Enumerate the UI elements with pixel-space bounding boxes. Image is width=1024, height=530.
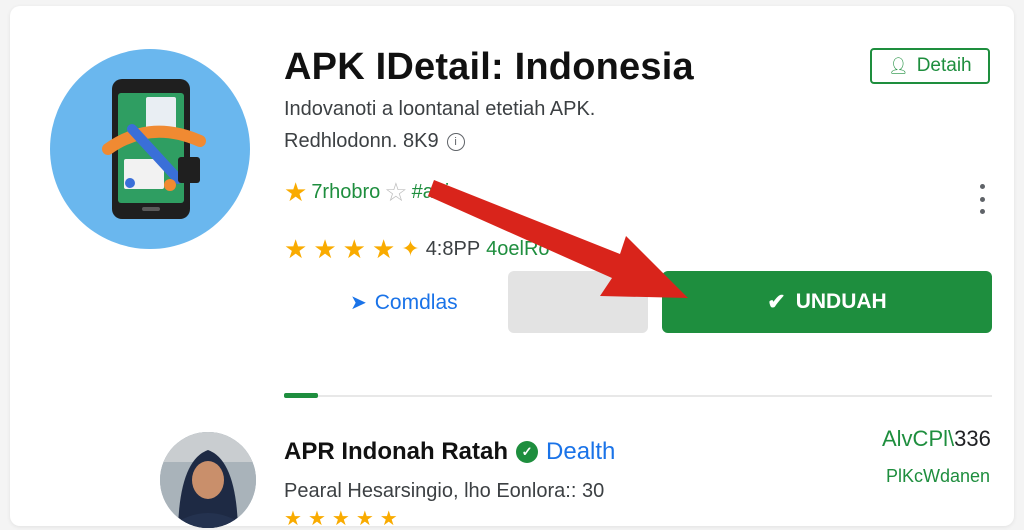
star-icon: ★: [379, 508, 398, 530]
star-icon: ★: [342, 234, 366, 264]
star-icon: ★: [284, 234, 308, 264]
star-icon: ★: [284, 177, 308, 207]
share-label: Comdlas: [374, 290, 458, 314]
detail-button-label: Detaih: [916, 55, 972, 76]
reviewer-name[interactable]: APR Indonah Ratah: [284, 438, 508, 466]
rating-summary-row: ★ ★ ★ ★ ✦ 4:8PP 4oelRo: [284, 236, 550, 262]
app-title: APK IDetail: Indonesia: [284, 46, 694, 88]
rating-row: ★ 7rhobro ☆ #aui: [284, 179, 449, 205]
rating-summary: 4:8PP: [425, 237, 481, 260]
detail-button[interactable]: 👤︎ Detaih: [870, 48, 990, 84]
person-pin-icon: 👤︎: [888, 58, 909, 75]
side-count-green: AlvCPl\: [882, 426, 955, 451]
info-icon[interactable]: i: [446, 132, 465, 151]
check-icon: ✔: [767, 289, 786, 314]
verified-label[interactable]: Dealth: [546, 438, 615, 466]
app-subtitle: Indovanoti a loontanal etetiah APK.: [284, 98, 596, 120]
app-phone-icon: [50, 49, 250, 249]
install-button-label: UNDUAH: [795, 290, 887, 313]
share-link[interactable]: ➤ Comdlas: [350, 290, 458, 315]
secondary-button[interactable]: [508, 271, 648, 333]
side-count-dark: 336: [954, 426, 991, 451]
install-button[interactable]: ✔ UNDUAH: [662, 271, 992, 333]
downloads-text: 4oelRo: [486, 237, 550, 260]
tag-text[interactable]: #aui: [412, 181, 450, 204]
reviewer-line: APR Indonah Ratah ✓ Dealth: [284, 438, 615, 466]
star-icon: ★: [307, 508, 326, 530]
star-icon: ★: [331, 508, 350, 530]
tab-indicator: [284, 393, 318, 398]
share-icon: ➤: [350, 292, 367, 314]
rating-text: 7rhobro: [311, 180, 381, 203]
star-icon: ★: [313, 234, 337, 264]
star-outline-icon[interactable]: ☆: [384, 179, 407, 205]
star-icon: ★: [355, 508, 374, 530]
review-stars: ★ ★ ★ ★ ★: [284, 509, 398, 529]
review-meta: Pearal Hesarsingio, lho Eonlora:: 30: [284, 480, 605, 502]
section-divider: [284, 395, 992, 397]
app-detail-card: APK IDetail: Indonesia 👤︎ Detaih Indovan…: [10, 6, 1014, 529]
more-options-icon[interactable]: [972, 184, 992, 214]
avatar: [160, 432, 256, 528]
review-side-label: PlKcWdanen: [886, 466, 991, 486]
developer-line: Redhlodonn. 8K9 i: [284, 130, 465, 153]
review-side-count: AlvCPl\336: [882, 426, 991, 452]
developer-name[interactable]: Redhlodonn. 8K9: [284, 130, 439, 153]
half-star-icon: ✦: [401, 236, 420, 261]
star-icon: ★: [371, 234, 396, 264]
verified-check-icon: ✓: [516, 441, 539, 463]
star-icon: ★: [284, 508, 302, 530]
